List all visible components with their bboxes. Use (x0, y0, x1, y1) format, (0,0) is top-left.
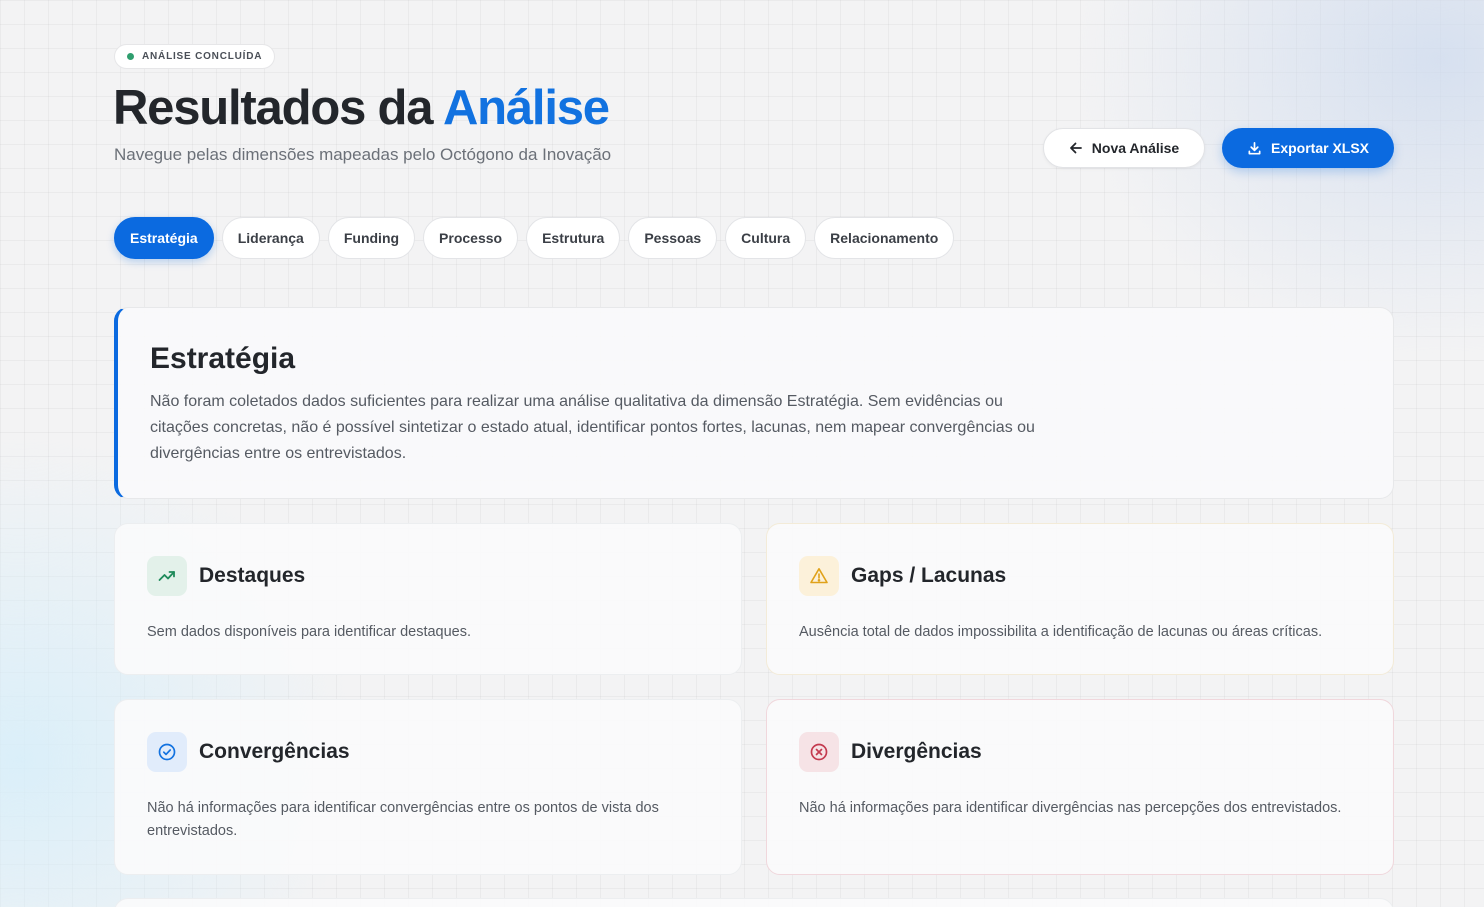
convergences-title: Convergências (199, 740, 350, 763)
export-xlsx-label: Exportar XLSX (1270, 140, 1370, 156)
tab-processo[interactable]: Processo (423, 217, 519, 259)
status-badge: ANÁLISE CONCLUÍDA (114, 44, 276, 69)
highlights-card: Destaques Sem dados disponíveis para ide… (114, 523, 742, 675)
export-xlsx-button[interactable]: Exportar XLSX (1222, 128, 1394, 168)
status-badge-label: ANÁLISE CONCLUÍDA (142, 51, 263, 62)
status-dot-icon (127, 53, 134, 60)
trending-up-icon (147, 556, 187, 596)
dimension-tabs: Estratégia Liderança Funding Processo Es… (114, 217, 955, 259)
x-circle-icon (799, 732, 839, 772)
warning-icon (799, 556, 839, 596)
tab-estrutura[interactable]: Estrutura (526, 217, 621, 259)
dimension-summary-card: Estratégia Não foram coletados dados suf… (114, 307, 1394, 499)
gaps-title: Gaps / Lacunas (851, 564, 1007, 587)
gaps-card: Gaps / Lacunas Ausência total de dados i… (766, 523, 1394, 675)
download-icon (1247, 141, 1262, 156)
divergences-card: Divergências Não há informações para ide… (766, 699, 1394, 875)
highlights-title: Destaques (199, 564, 306, 587)
tab-funding[interactable]: Funding (327, 217, 416, 259)
convergences-card: Convergências Não há informações para id… (114, 699, 742, 875)
new-analysis-button[interactable]: Nova Análise (1043, 128, 1205, 168)
divergences-text: Não há informações para identificar dive… (799, 800, 1342, 816)
arrow-left-icon (1069, 141, 1083, 155)
highlights-text: Sem dados disponíveis para identificar d… (147, 624, 472, 640)
tab-cultura[interactable]: Cultura (725, 217, 807, 259)
tab-lideranca[interactable]: Liderança (221, 217, 320, 259)
page-subtitle: Navegue pelas dimensões mapeadas pelo Oc… (114, 145, 612, 164)
tab-estrategia[interactable]: Estratégia (114, 217, 214, 259)
divergences-title: Divergências (851, 740, 982, 763)
page-title: Resultados da Análise (113, 80, 610, 136)
page-title-accent: Análise (442, 81, 610, 135)
next-section-card (114, 898, 1394, 907)
new-analysis-label: Nova Análise (1091, 140, 1180, 156)
tab-relacionamento[interactable]: Relacionamento (814, 217, 955, 259)
page-title-prefix: Resultados da (113, 81, 434, 135)
check-circle-icon (147, 732, 187, 772)
gaps-text: Ausência total de dados impossibilita a … (799, 624, 1323, 640)
dimension-summary-title: Estratégia (150, 342, 296, 375)
convergences-text: Não há informações para identificar conv… (147, 800, 659, 839)
tab-pessoas[interactable]: Pessoas (628, 217, 718, 259)
dimension-summary-text: Não foram coletados dados suficientes pa… (150, 393, 1035, 462)
